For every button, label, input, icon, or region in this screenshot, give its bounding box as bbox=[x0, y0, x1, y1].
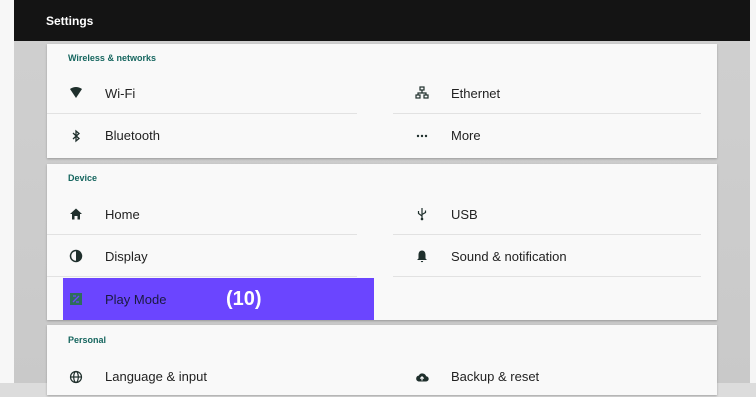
cloud-upload-icon bbox=[414, 369, 430, 385]
play-mode-icon bbox=[68, 291, 84, 307]
ethernet-icon bbox=[414, 85, 430, 101]
more-icon bbox=[414, 128, 430, 144]
left-bezel bbox=[0, 0, 14, 383]
home-icon bbox=[68, 206, 84, 222]
setting-item-language-input[interactable]: Language & input bbox=[47, 356, 357, 397]
bell-icon bbox=[414, 248, 430, 264]
globe-icon bbox=[68, 369, 84, 385]
app-bar: Settings bbox=[14, 0, 750, 41]
wifi-icon bbox=[68, 85, 84, 101]
setting-label-ethernet: Ethernet bbox=[451, 85, 501, 101]
setting-label-sound-notification: Sound & notification bbox=[451, 248, 567, 264]
setting-label-wifi: Wi-Fi bbox=[105, 85, 136, 101]
display-icon bbox=[68, 248, 84, 264]
setting-item-more[interactable]: More bbox=[393, 115, 701, 156]
setting-item-backup-reset[interactable]: Backup & reset bbox=[393, 356, 701, 397]
setting-item-usb[interactable]: USB bbox=[393, 194, 701, 235]
setting-item-play-mode[interactable]: Play Mode bbox=[63, 278, 374, 320]
section-title-wireless: Wireless & networks bbox=[68, 53, 156, 63]
setting-item-display[interactable]: Display bbox=[47, 236, 357, 277]
setting-label-display: Display bbox=[105, 248, 148, 264]
setting-label-language-input: Language & input bbox=[105, 369, 207, 384]
setting-item-home[interactable]: Home bbox=[47, 194, 357, 235]
app-title: Settings bbox=[46, 14, 94, 28]
setting-label-home: Home bbox=[105, 206, 140, 222]
setting-item-wifi[interactable]: Wi-Fi bbox=[47, 73, 357, 114]
wireless-networks-card: Wireless & networks Wi-Fi Ethernet Bluet… bbox=[47, 44, 717, 158]
bluetooth-icon bbox=[68, 128, 84, 144]
setting-label-backup-reset: Backup & reset bbox=[451, 369, 540, 384]
device-card: Device Home USB Display Sound & notifica… bbox=[47, 164, 717, 320]
setting-label-bluetooth: Bluetooth bbox=[105, 128, 160, 143]
setting-item-ethernet[interactable]: Ethernet bbox=[393, 73, 701, 114]
section-title-device: Device bbox=[68, 173, 98, 183]
right-bezel bbox=[750, 0, 756, 383]
usb-icon bbox=[414, 206, 430, 222]
setting-item-bluetooth[interactable]: Bluetooth bbox=[47, 115, 357, 156]
step-badge: (10) bbox=[226, 288, 262, 310]
section-title-personal: Personal bbox=[68, 335, 107, 345]
personal-card: Personal Language & input Backup & reset bbox=[47, 325, 717, 395]
setting-label-play-mode: Play Mode bbox=[105, 291, 167, 307]
setting-label-usb: USB bbox=[451, 206, 478, 222]
setting-item-sound-notification[interactable]: Sound & notification bbox=[393, 236, 701, 277]
setting-label-more: More bbox=[451, 128, 481, 143]
